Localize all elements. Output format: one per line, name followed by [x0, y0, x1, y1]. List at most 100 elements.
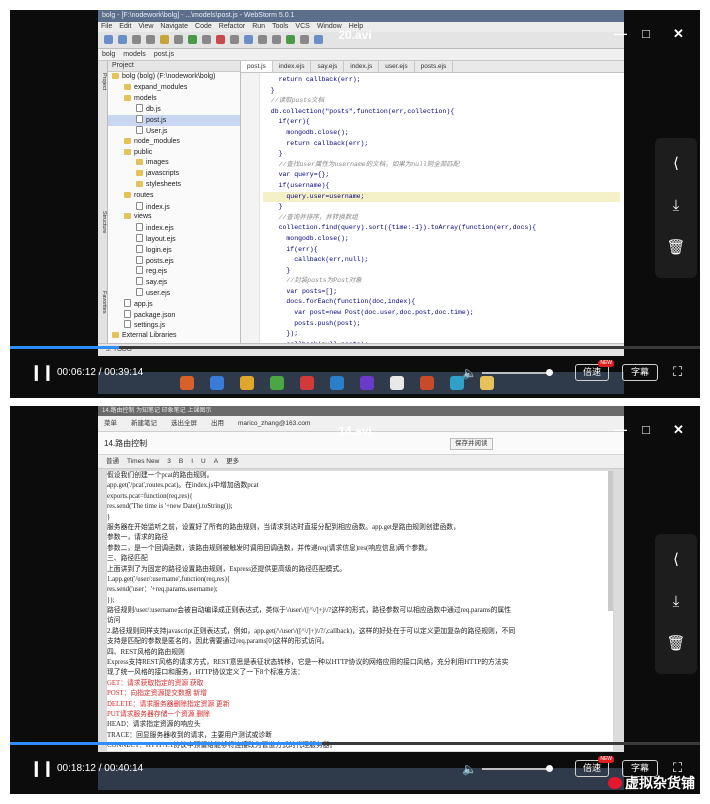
download-icon[interactable]: ⤓ — [666, 196, 686, 216]
tree-item[interactable]: layout.ejs — [108, 233, 240, 245]
tree-item[interactable]: javascripts — [108, 169, 240, 180]
close-icon[interactable]: ✕ — [673, 423, 684, 437]
tree-item[interactable]: External Libraries — [108, 331, 240, 342]
code-line: if(err){ — [263, 245, 318, 253]
tree-item-label: index.ejs — [146, 225, 174, 233]
video-player-2[interactable]: 14.路由控制 为知笔记 印象笔记 上课图示 菜单 新建笔记 选出全屏 出用 maric… — [10, 406, 700, 794]
volume-slider[interactable] — [482, 369, 553, 376]
note-scrollbar[interactable] — [608, 471, 613, 611]
tree-item-label: javascripts — [146, 170, 180, 178]
folder-icon — [124, 213, 131, 220]
new-badge: NEW — [598, 360, 614, 367]
subtitle-button[interactable]: 字幕 — [622, 364, 658, 381]
editor-tab[interactable]: index.ejs — [273, 61, 312, 72]
format-button[interactable]: Times New — [127, 458, 159, 465]
note-text-line: } — [107, 513, 111, 521]
fullscreen-icon[interactable]: ⛶ — [673, 761, 682, 775]
file-icon — [136, 201, 143, 210]
tree-item[interactable]: posts.ejs — [108, 255, 240, 267]
tree-item[interactable]: reg.ejs — [108, 266, 240, 277]
tree-item[interactable]: login.ejs — [108, 244, 240, 256]
volume-slider[interactable] — [482, 765, 553, 772]
volume-icon[interactable]: 🔈 — [462, 762, 477, 776]
format-button[interactable]: 更多 — [226, 458, 239, 465]
tree-item[interactable]: User.js — [108, 125, 240, 137]
format-button[interactable]: 3 — [167, 458, 171, 465]
delete-icon[interactable]: 🗑 — [666, 238, 686, 258]
breadcrumb-item[interactable]: models — [123, 51, 146, 58]
code-line: } — [263, 150, 283, 158]
minimize-icon[interactable]: — — [614, 27, 627, 41]
speed-button[interactable]: 倍速 NEW — [575, 360, 614, 381]
folder-icon — [124, 137, 131, 144]
maximize-icon[interactable]: □ — [642, 423, 650, 437]
code-line: docs.forEach(function(doc,index){ — [263, 298, 416, 306]
tree-item[interactable]: images — [108, 158, 240, 169]
editor-tab[interactable]: posts.ejs — [415, 61, 454, 72]
video-file-name: 20.avi — [338, 28, 372, 42]
tree-item[interactable]: models — [108, 94, 240, 105]
tree-item[interactable]: db.js — [108, 104, 240, 115]
breadcrumb-item[interactable]: post.js — [154, 51, 174, 58]
video-frame[interactable]: bolg - [F:\nodework\bolg] - ...\models\p… — [98, 10, 624, 356]
save-and-read-button[interactable]: 保存并阅读 — [450, 438, 493, 450]
tree-item[interactable]: routes — [108, 191, 240, 202]
download-icon[interactable]: ⤓ — [666, 592, 686, 612]
tree-item[interactable]: node_modules — [108, 137, 240, 148]
pause-icon[interactable]: ❙❙ — [30, 365, 54, 381]
video-player-1[interactable]: bolg - [F:\nodework\bolg] - ...\models\p… — [10, 10, 700, 398]
note-text-line: 三、路径匹配 — [107, 555, 148, 563]
speed-button[interactable]: 倍速 NEW — [575, 756, 614, 777]
format-button[interactable]: I — [191, 458, 193, 465]
tree-item[interactable]: user.ejs — [108, 287, 240, 299]
close-icon[interactable]: ✕ — [673, 27, 684, 41]
side-action-panel: ⟨ ⤓ 🗑 — [655, 534, 697, 674]
tree-item[interactable]: index.js — [108, 201, 240, 213]
format-button[interactable]: A — [214, 458, 218, 465]
ide-window-title: bolg - [F:\nodework\bolg] - ...\models\p… — [98, 10, 624, 22]
delete-icon[interactable]: 🗑 — [666, 634, 686, 654]
total-time: 00:39:14 — [104, 367, 144, 378]
volume-knob[interactable] — [546, 765, 553, 772]
breadcrumb-item[interactable]: bolg — [102, 51, 115, 58]
new-badge: NEW — [598, 756, 614, 763]
minimize-icon[interactable]: — — [614, 423, 627, 437]
seek-bar[interactable] — [10, 742, 700, 745]
playback-controls: ❙❙ 00:18:12 / 00:40:14 🔈 倍速 NEW 字幕 ⛶ — [10, 756, 700, 782]
editor-tab[interactable]: post.js — [241, 61, 273, 72]
format-button[interactable]: B — [179, 458, 183, 465]
tree-item[interactable]: bolg (bolg) (F:\nodework\bolg) — [108, 72, 240, 83]
editor-tab[interactable]: index.js — [344, 61, 380, 72]
tree-item[interactable]: post.js — [108, 115, 240, 126]
tree-item[interactable]: settings.js — [108, 320, 240, 331]
tree-item[interactable]: index.ejs — [108, 223, 240, 234]
tree-item[interactable]: stylesheets — [108, 180, 240, 191]
file-icon — [136, 244, 143, 253]
seek-bar[interactable] — [10, 346, 700, 349]
tree-item[interactable]: expand_modules — [108, 83, 240, 94]
video-frame[interactable]: 14.路由控制 为知笔记 印象笔记 上课图示 菜单 新建笔记 选出全屏 出用 maric… — [98, 406, 624, 752]
maximize-icon[interactable]: □ — [642, 27, 650, 41]
fullscreen-icon[interactable]: ⛶ — [673, 365, 682, 379]
format-button[interactable]: 普通 — [106, 458, 119, 465]
file-icon — [136, 223, 143, 232]
tree-item[interactable]: package.json — [108, 309, 240, 321]
pause-icon[interactable]: ❙❙ — [30, 761, 54, 777]
tree-item[interactable]: views — [108, 212, 240, 223]
side-tab[interactable]: Project — [98, 73, 107, 90]
side-tab[interactable]: Favorites — [98, 291, 107, 314]
tree-item[interactable]: app.js — [108, 298, 240, 310]
volume-icon[interactable]: 🔈 — [462, 366, 477, 380]
share-icon[interactable]: ⟨ — [666, 550, 686, 570]
tree-item[interactable]: public — [108, 148, 240, 159]
side-tab[interactable]: Structure — [98, 211, 107, 233]
editor-tab[interactable]: user.ejs — [379, 61, 415, 72]
volume-knob[interactable] — [546, 369, 553, 376]
editor-tab[interactable]: say.ejs — [311, 61, 345, 72]
folder-icon — [124, 191, 131, 198]
share-icon[interactable]: ⟨ — [666, 154, 686, 174]
ide-side-tabs: Project Structure Favorites — [98, 61, 108, 344]
note-text-line: 2.路径规则同样支持javascript正则表达式，例如，app.get(/\/… — [107, 627, 516, 635]
format-button[interactable]: U — [201, 458, 206, 465]
tree-item[interactable]: say.ejs — [108, 277, 240, 288]
